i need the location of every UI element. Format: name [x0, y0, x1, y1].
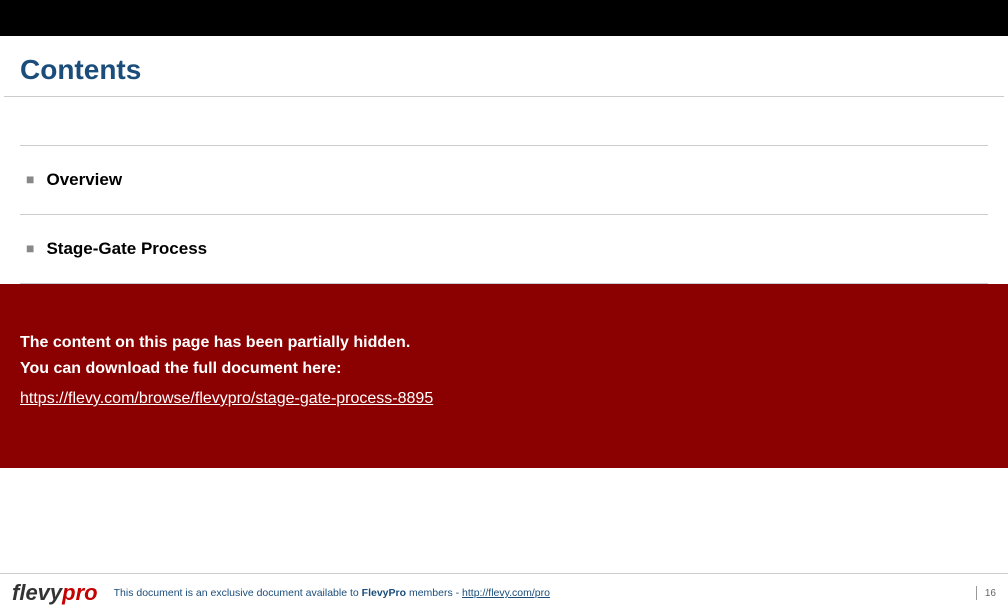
- logo-text-flevy: flevy: [12, 580, 62, 606]
- logo-text-pro: pro: [62, 580, 97, 606]
- footer-text-bold: FlevyPro: [362, 587, 406, 599]
- footer-text-prefix: This document is an exclusive document a…: [114, 587, 362, 599]
- footer: flevypro This document is an exclusive d…: [0, 573, 1008, 612]
- page-title: Contents: [0, 36, 1008, 96]
- list-item: ■ Stage-Gate Process: [20, 215, 988, 283]
- contents-list: ■ Overview ■ Stage-Gate Process: [0, 145, 1008, 284]
- hidden-text-line2: You can download the full document here:: [20, 360, 988, 378]
- flevypro-logo: flevypro: [12, 580, 98, 606]
- bullet-icon: ■: [26, 240, 34, 256]
- hidden-content-banner: The content on this page has been partia…: [0, 284, 1008, 468]
- content-item-label: Stage-Gate Process: [46, 239, 207, 259]
- footer-text: This document is an exclusive document a…: [114, 587, 550, 599]
- header-underline: [4, 96, 1004, 97]
- page-number: 16: [985, 588, 996, 599]
- footer-right: 16: [976, 586, 996, 600]
- footer-bar: flevypro This document is an exclusive d…: [0, 574, 1008, 612]
- footer-text-suffix: members -: [406, 587, 462, 599]
- footer-link[interactable]: http://flevy.com/pro: [462, 587, 550, 599]
- hidden-text-line1: The content on this page has been partia…: [20, 334, 988, 352]
- bullet-icon: ■: [26, 171, 34, 187]
- top-black-bar: [0, 0, 1008, 36]
- content-item-label: Overview: [46, 170, 122, 190]
- list-item: ■ Overview: [20, 146, 988, 214]
- download-link[interactable]: https://flevy.com/browse/flevypro/stage-…: [20, 390, 433, 408]
- page-divider: [976, 586, 977, 600]
- footer-left: flevypro This document is an exclusive d…: [12, 580, 550, 606]
